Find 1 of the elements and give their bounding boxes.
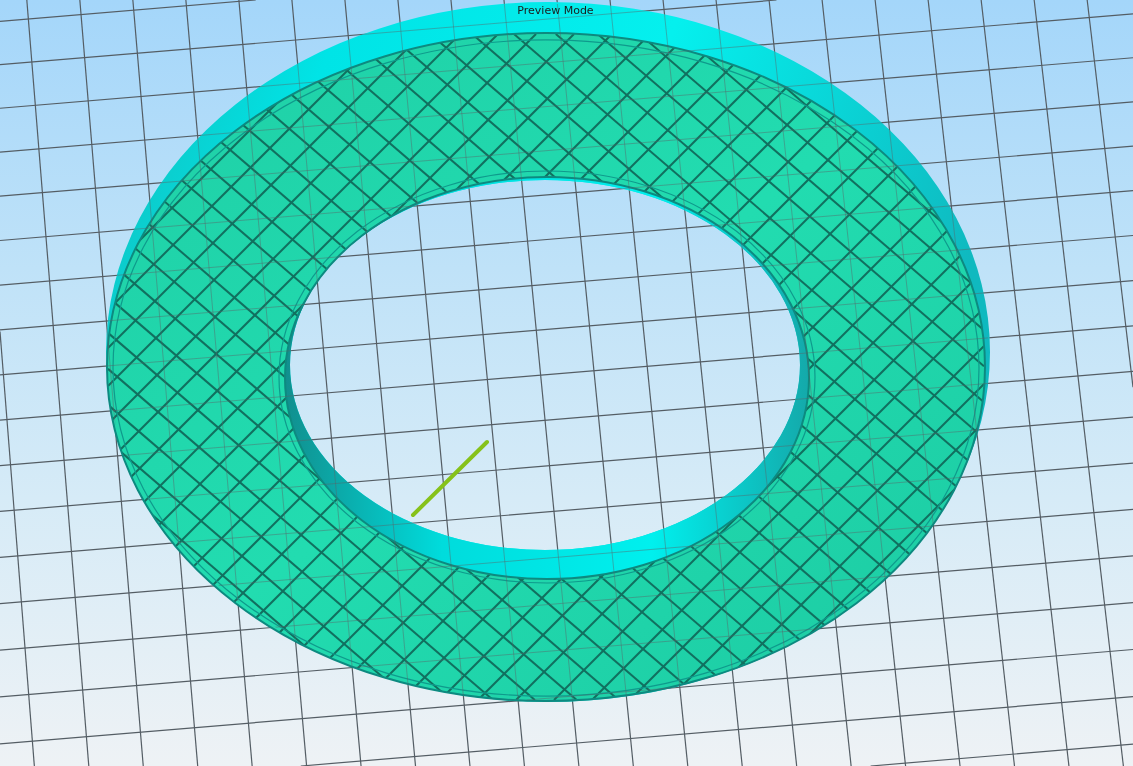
preview-mode-label: Preview Mode [517, 3, 594, 18]
